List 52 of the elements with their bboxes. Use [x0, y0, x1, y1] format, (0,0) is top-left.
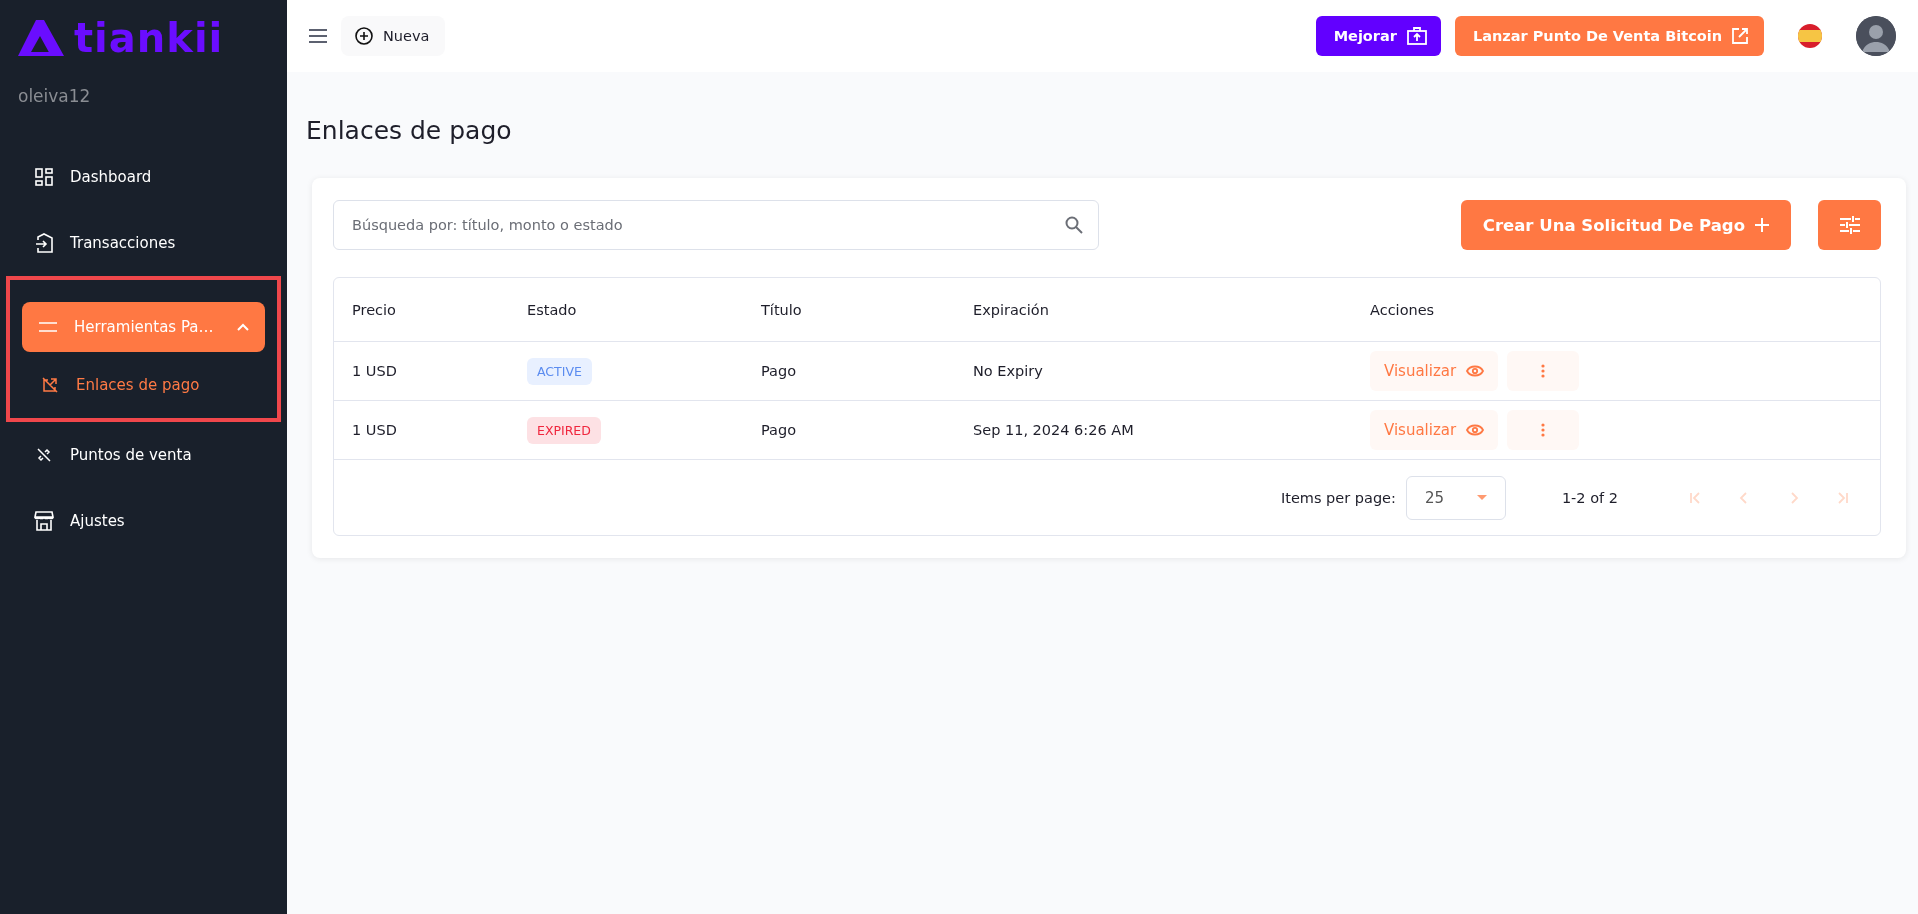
price-cell-text: 1 USD	[352, 422, 398, 438]
status-badge: ACTIVE	[527, 357, 592, 385]
expiration-cell-text: No Expiry	[973, 363, 1044, 379]
expiration-cell-text: Sep 11, 2024 6:26 AM	[973, 422, 1135, 438]
sidebar-item[interactable]: Transacciones	[18, 218, 269, 268]
flag-icon[interactable]	[1798, 24, 1822, 48]
external-link-icon	[1732, 28, 1748, 44]
username: oleiva12	[17, 85, 92, 106]
avatar-icon[interactable]	[1856, 16, 1896, 56]
search-field[interactable]: Búsqueda por: título, monto o estado	[333, 200, 1099, 250]
page-title: Enlaces de pago	[306, 116, 513, 145]
plus-circle-icon	[355, 27, 373, 45]
page-range: 1-2 of 2	[1561, 489, 1618, 506]
more-button[interactable]	[1507, 351, 1580, 391]
submenu-item[interactable]: Enlaces de pago	[22, 360, 265, 410]
crossed-arrow-icon	[42, 377, 58, 393]
briefcase-upload-icon	[1406, 26, 1427, 46]
more-vertical-icon	[1541, 364, 1546, 378]
column-header: Expiración	[973, 301, 1050, 318]
status-badge: EXPIRED	[527, 416, 601, 444]
column-header: Precio	[352, 301, 397, 318]
column-header: Acciones	[1370, 301, 1436, 318]
more-vertical-icon	[1541, 423, 1546, 437]
sidebar-item[interactable]: Dashboard	[18, 152, 269, 202]
page-size-select[interactable]: 25	[1405, 475, 1506, 520]
eye-icon	[1466, 365, 1485, 377]
dashboard-grid-icon	[35, 168, 53, 186]
column-header: Estado	[527, 301, 578, 318]
items-per-page-label: Items per page:	[1280, 489, 1396, 506]
sliders-icon	[1839, 216, 1860, 234]
triangle-logo-icon	[18, 20, 64, 56]
sidebar-item[interactable]: Ajustes	[18, 496, 269, 546]
logo-text: tiankii	[74, 16, 224, 60]
plus-icon	[1755, 218, 1769, 232]
chevron-up-icon	[237, 323, 249, 331]
more-button[interactable]	[1507, 410, 1580, 450]
lines-icon	[39, 322, 57, 332]
login-arrow-icon	[35, 233, 53, 253]
title-cell-text: Pago	[761, 422, 798, 438]
column-header: Título	[761, 301, 803, 318]
sidebar-item[interactable]: Puntos de venta	[18, 430, 269, 480]
menu-icon[interactable]	[309, 29, 327, 43]
upgrade-button[interactable]: Mejorar	[1315, 16, 1441, 56]
crossed-link-icon	[36, 447, 52, 463]
dropdown-arrow-icon	[1476, 495, 1487, 500]
eye-icon	[1466, 424, 1485, 436]
filter-button[interactable]	[1818, 200, 1881, 250]
title-cell-text: Pago	[761, 363, 798, 379]
store-icon	[34, 511, 54, 531]
price-cell-text: 1 USD	[352, 363, 398, 379]
search-icon	[1065, 216, 1083, 234]
new-button[interactable]: Nueva	[341, 16, 446, 56]
